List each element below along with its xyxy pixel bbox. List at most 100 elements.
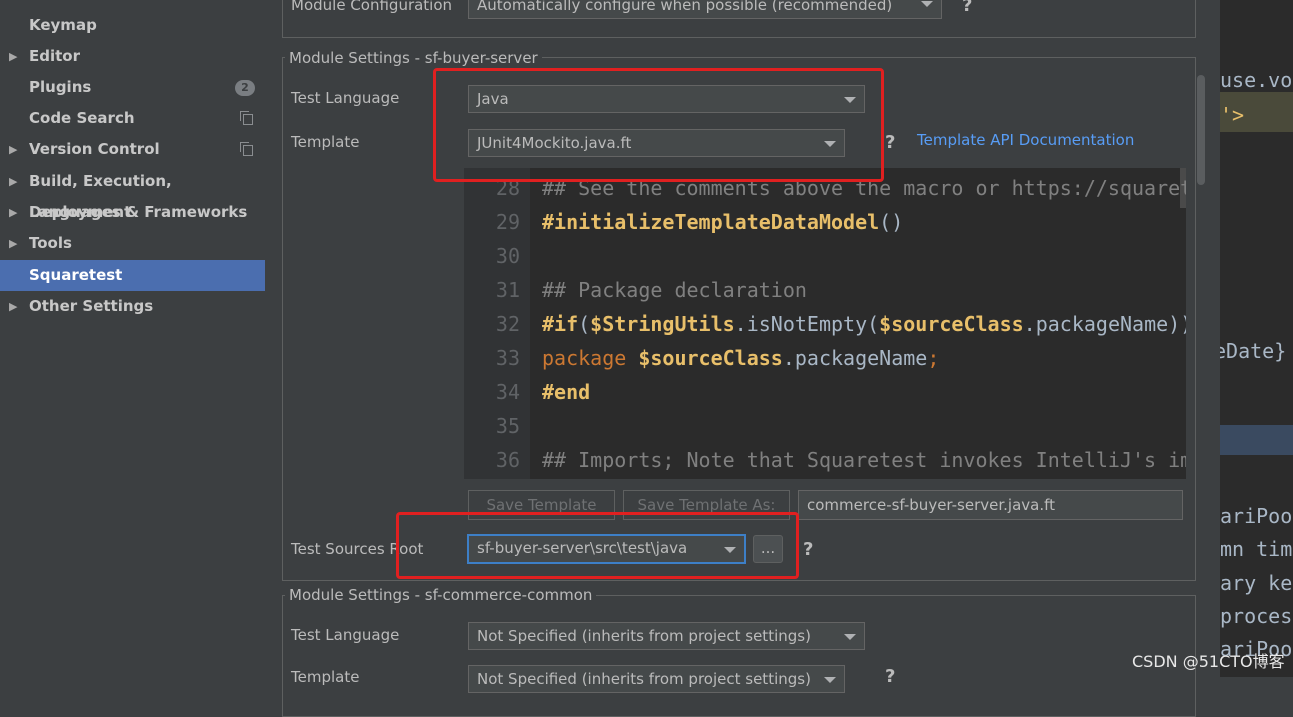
code-token: .packageName	[782, 346, 928, 370]
code-token: $sourceClass	[638, 346, 783, 370]
code-line: 33 package $sourceClass.packageName;	[464, 341, 1186, 375]
code-token: ()	[879, 210, 904, 234]
line-number: 33	[495, 346, 520, 370]
code-token: $sourceClass	[879, 312, 1024, 336]
module-settings-title: Module Settings - sf-buyer-server	[285, 49, 542, 67]
line-number: 30	[495, 244, 520, 268]
sidebar-item[interactable]: ▶ Editor	[0, 41, 265, 72]
sidebar-item[interactable]: ▶ Version Control	[0, 134, 265, 165]
watermark: CSDN @51CTO博客	[1132, 652, 1285, 671]
module-configuration-value: Automatically configure when possible (r…	[477, 0, 893, 14]
test-language-value: Not Specified (inherits from project set…	[477, 627, 811, 645]
sidebar-item-label: Tools	[29, 234, 72, 252]
template-label: Template	[291, 668, 360, 686]
project-level-icon	[240, 111, 253, 125]
sidebar-item[interactable]: Plugins 2	[0, 72, 265, 103]
line-number: 31	[495, 278, 520, 302]
sidebar-item[interactable]: ▶ Languages & Frameworks	[0, 197, 265, 228]
sidebar-item-label: Keymap	[29, 16, 97, 34]
code-token: ;	[927, 346, 940, 370]
code-text: package $sourceClass.packageName;	[542, 341, 939, 375]
code-text: ## Package declaration	[542, 273, 807, 307]
chevron-down-icon	[844, 634, 856, 640]
annotation-box-test-sources-root	[396, 512, 799, 579]
expand-arrow-icon[interactable]: ▶	[9, 134, 17, 165]
sidebar-item-label: Editor	[29, 47, 80, 65]
chevron-down-icon	[824, 677, 836, 683]
sidebar-item[interactable]: ▶ Other Settings	[0, 291, 265, 322]
code-token: #if	[542, 312, 579, 336]
template-code-editor[interactable]: 28 ## See the comments above the macro or…	[464, 168, 1186, 479]
module-settings-box-sf-commerce-common	[282, 595, 1196, 717]
expand-arrow-icon[interactable]: ▶	[9, 41, 17, 72]
background-code-fragment: eDate}	[1220, 339, 1287, 363]
settings-sidebar: Keymap ▶ Editor Plugins 2 Code Search ▶ Version…	[0, 0, 265, 677]
line-number: 35	[495, 414, 520, 438]
update-count-badge: 2	[235, 80, 255, 96]
code-token: ## Imports; Note that Squaretest invokes…	[542, 448, 1186, 472]
module-settings-title: Module Settings - sf-commerce-common	[285, 586, 597, 604]
sidebar-item-label: Squaretest	[29, 266, 123, 284]
code-token: $StringUtils	[590, 312, 735, 336]
code-text: #end	[542, 375, 590, 409]
template-value: Not Specified (inherits from project set…	[477, 670, 811, 688]
code-token: #end	[542, 380, 591, 404]
code-line: 29 #initializeTemplateDataModel()	[464, 205, 1186, 239]
project-level-icon	[240, 142, 253, 156]
sidebar-item[interactable]: Keymap	[0, 10, 265, 41]
sidebar-item[interactable]: Squaretest	[0, 260, 265, 291]
settings-scrollbar[interactable]	[1197, 75, 1205, 185]
code-token: package	[542, 346, 639, 370]
module-configuration-select[interactable]: Automatically configure when possible (r…	[468, 0, 942, 19]
background-code-fragment: ariPoo	[1220, 504, 1293, 528]
expand-arrow-icon[interactable]: ▶	[9, 166, 17, 197]
line-number: 29	[495, 210, 520, 234]
sidebar-item[interactable]: Code Search	[0, 103, 265, 134]
code-line: 35	[464, 409, 1186, 443]
code-line: 32 #if($StringUtils.isNotEmpty($sourceCla…	[464, 307, 1186, 341]
chevron-down-icon	[921, 1, 933, 7]
background-code-fragment: use.vo.	[1220, 68, 1293, 92]
background-editor: use.vo.'>eDate}ariPoomn timary keprocesa…	[1220, 0, 1293, 677]
code-line: 31 ## Package declaration	[464, 273, 1186, 307]
code-line: 36 ## Imports; Note that Squaretest invok…	[464, 443, 1186, 477]
test-language-label: Test Language	[291, 89, 400, 107]
code-text: #initializeTemplateDataModel()	[542, 205, 903, 239]
template-select[interactable]: Not Specified (inherits from project set…	[468, 665, 845, 693]
settings-scroll-track	[1206, 0, 1220, 677]
expand-arrow-icon[interactable]: ▶	[9, 228, 17, 259]
annotation-box-language-template	[433, 68, 884, 182]
background-code-fragment: proces	[1220, 604, 1293, 628]
template-api-documentation-link[interactable]: Template API Documentation	[917, 131, 1134, 149]
test-language-label: Test Language	[291, 626, 400, 644]
module-configuration-label: Module Configuration	[291, 0, 453, 14]
sidebar-item[interactable]: ▶ Build, Execution, Deployment	[0, 166, 265, 221]
template-label: Template	[291, 133, 360, 151]
background-code-fragment: mn tim	[1220, 537, 1293, 561]
line-number: 36	[495, 448, 520, 472]
code-token: #initializeTemplateDataModel	[542, 210, 880, 234]
sidebar-splitter[interactable]	[265, 0, 282, 677]
sidebar-item-label: Other Settings	[29, 297, 154, 315]
template-help-icon[interactable]: ?	[885, 132, 895, 153]
sidebar-item-label: Languages & Frameworks	[29, 203, 248, 221]
sidebar-item-label: Code Search	[29, 109, 135, 127]
background-code-fragment: ary ke	[1220, 571, 1293, 595]
code-line: 34 #end	[464, 375, 1186, 409]
expand-arrow-icon[interactable]: ▶	[9, 291, 17, 322]
background-code-fragment: '>	[1220, 103, 1245, 127]
test-language-select[interactable]: Not Specified (inherits from project set…	[468, 622, 865, 650]
sidebar-item-label: Plugins	[29, 78, 92, 96]
code-token: (	[578, 312, 591, 336]
background-selection	[1220, 425, 1293, 455]
code-token: .packageName))	[1023, 312, 1186, 336]
sidebar-item-label: Version Control	[29, 140, 160, 158]
line-number: 32	[495, 312, 520, 336]
save-template-filename-field[interactable]: commerce-sf-buyer-server.java.ft	[798, 490, 1183, 520]
code-text: ## Imports; Note that Squaretest invokes…	[542, 443, 1186, 477]
expand-arrow-icon[interactable]: ▶	[9, 197, 17, 228]
test-sources-help-icon[interactable]: ?	[803, 539, 813, 560]
module-configuration-help-icon[interactable]: ?	[962, 0, 972, 16]
sidebar-item[interactable]: ▶ Tools	[0, 228, 265, 259]
code-token: ## Package declaration	[542, 278, 807, 302]
